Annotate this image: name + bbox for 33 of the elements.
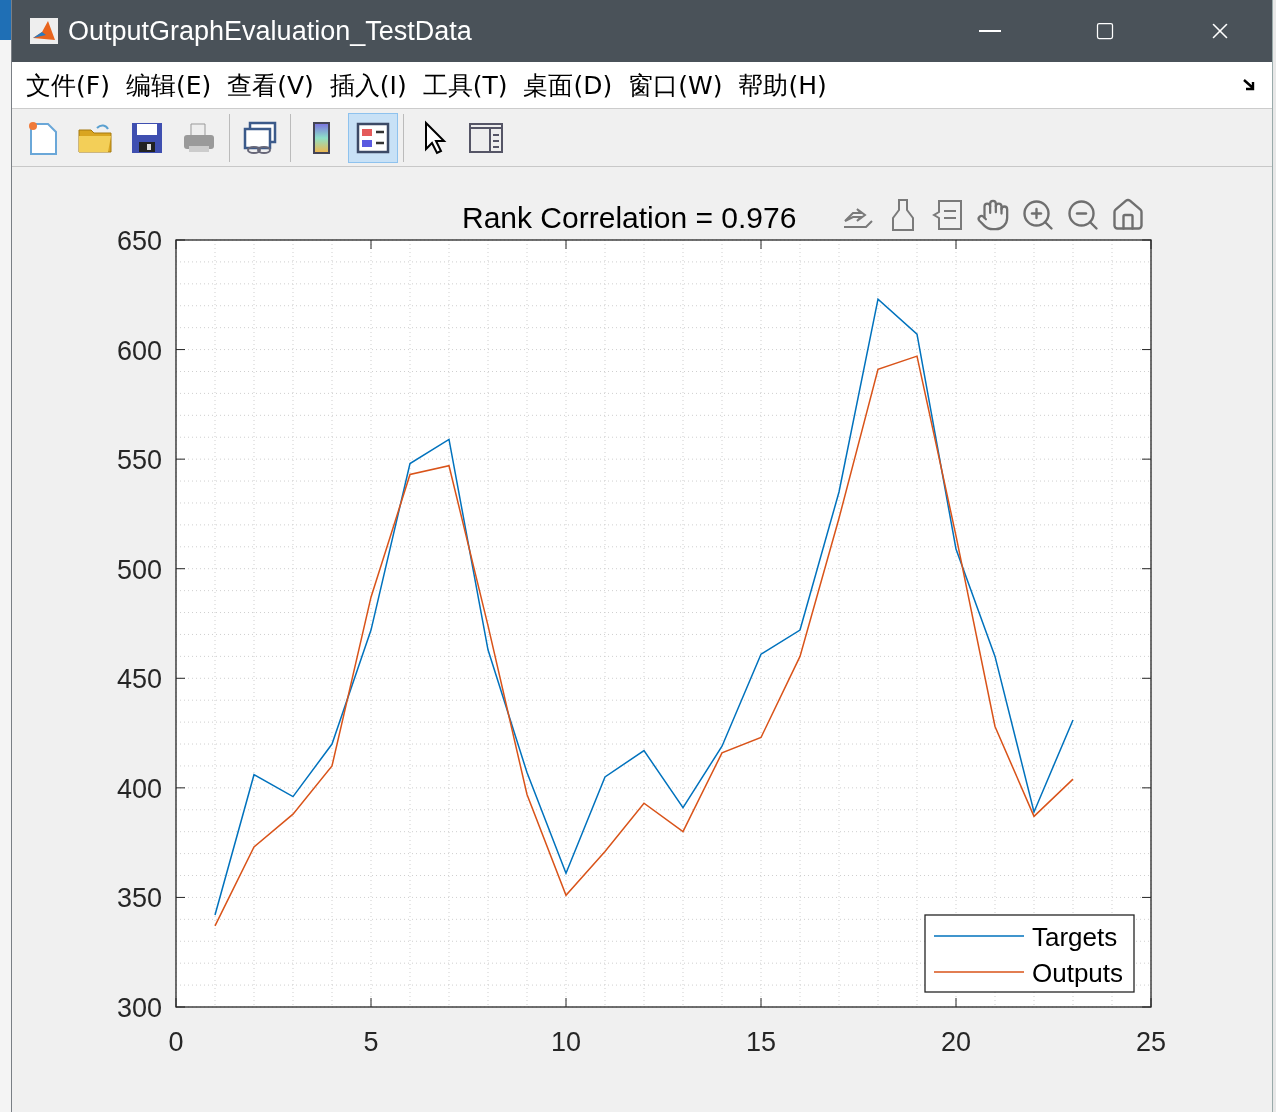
menu-item[interactable]: 工具(T) [416,68,514,102]
data-tip-icon [930,198,965,232]
linked-windows-icon [242,119,278,156]
minimize-icon [978,30,1001,32]
tick-label: 10 [551,1027,581,1057]
menu-item[interactable]: 桌面(D) [517,68,619,102]
tick-label: 20 [941,1027,971,1057]
legend-label: Outputs [1032,958,1124,988]
tick-label: 550 [116,445,162,476]
window-title: OutputGraphEvaluation_TestData [68,15,473,47]
menu-item[interactable]: 编辑(E) [119,68,218,102]
legend-label: Targets [1032,922,1118,952]
tick-label: 400 [116,773,162,804]
hand-icon [975,198,1010,232]
tick-label: 450 [116,664,162,695]
menu-item[interactable]: 窗口(W) [622,68,729,102]
menu-item[interactable]: 查看(V) [221,68,320,102]
tick-label: 25 [1136,1027,1166,1057]
menu-item[interactable]: 文件(F) [20,68,116,102]
tick-label: 350 [116,883,162,914]
menu-item[interactable]: 插入(I) [323,68,413,102]
tick-label: 300 [116,993,162,1023]
menu-item[interactable]: 帮助(H) [732,68,833,102]
chart-title: Rank Correlation = 0.976 [462,201,797,234]
tick-label: 650 [116,226,162,256]
tick-label: 500 [116,554,162,585]
toolbar-button[interactable] [348,112,398,163]
tick-label: 15 [746,1027,776,1057]
tick-label: 0 [168,1027,184,1057]
tick-label: 5 [363,1027,379,1057]
tick-label: 600 [116,335,162,366]
maximize-icon [1094,21,1115,41]
app-logo-icon [30,18,58,44]
